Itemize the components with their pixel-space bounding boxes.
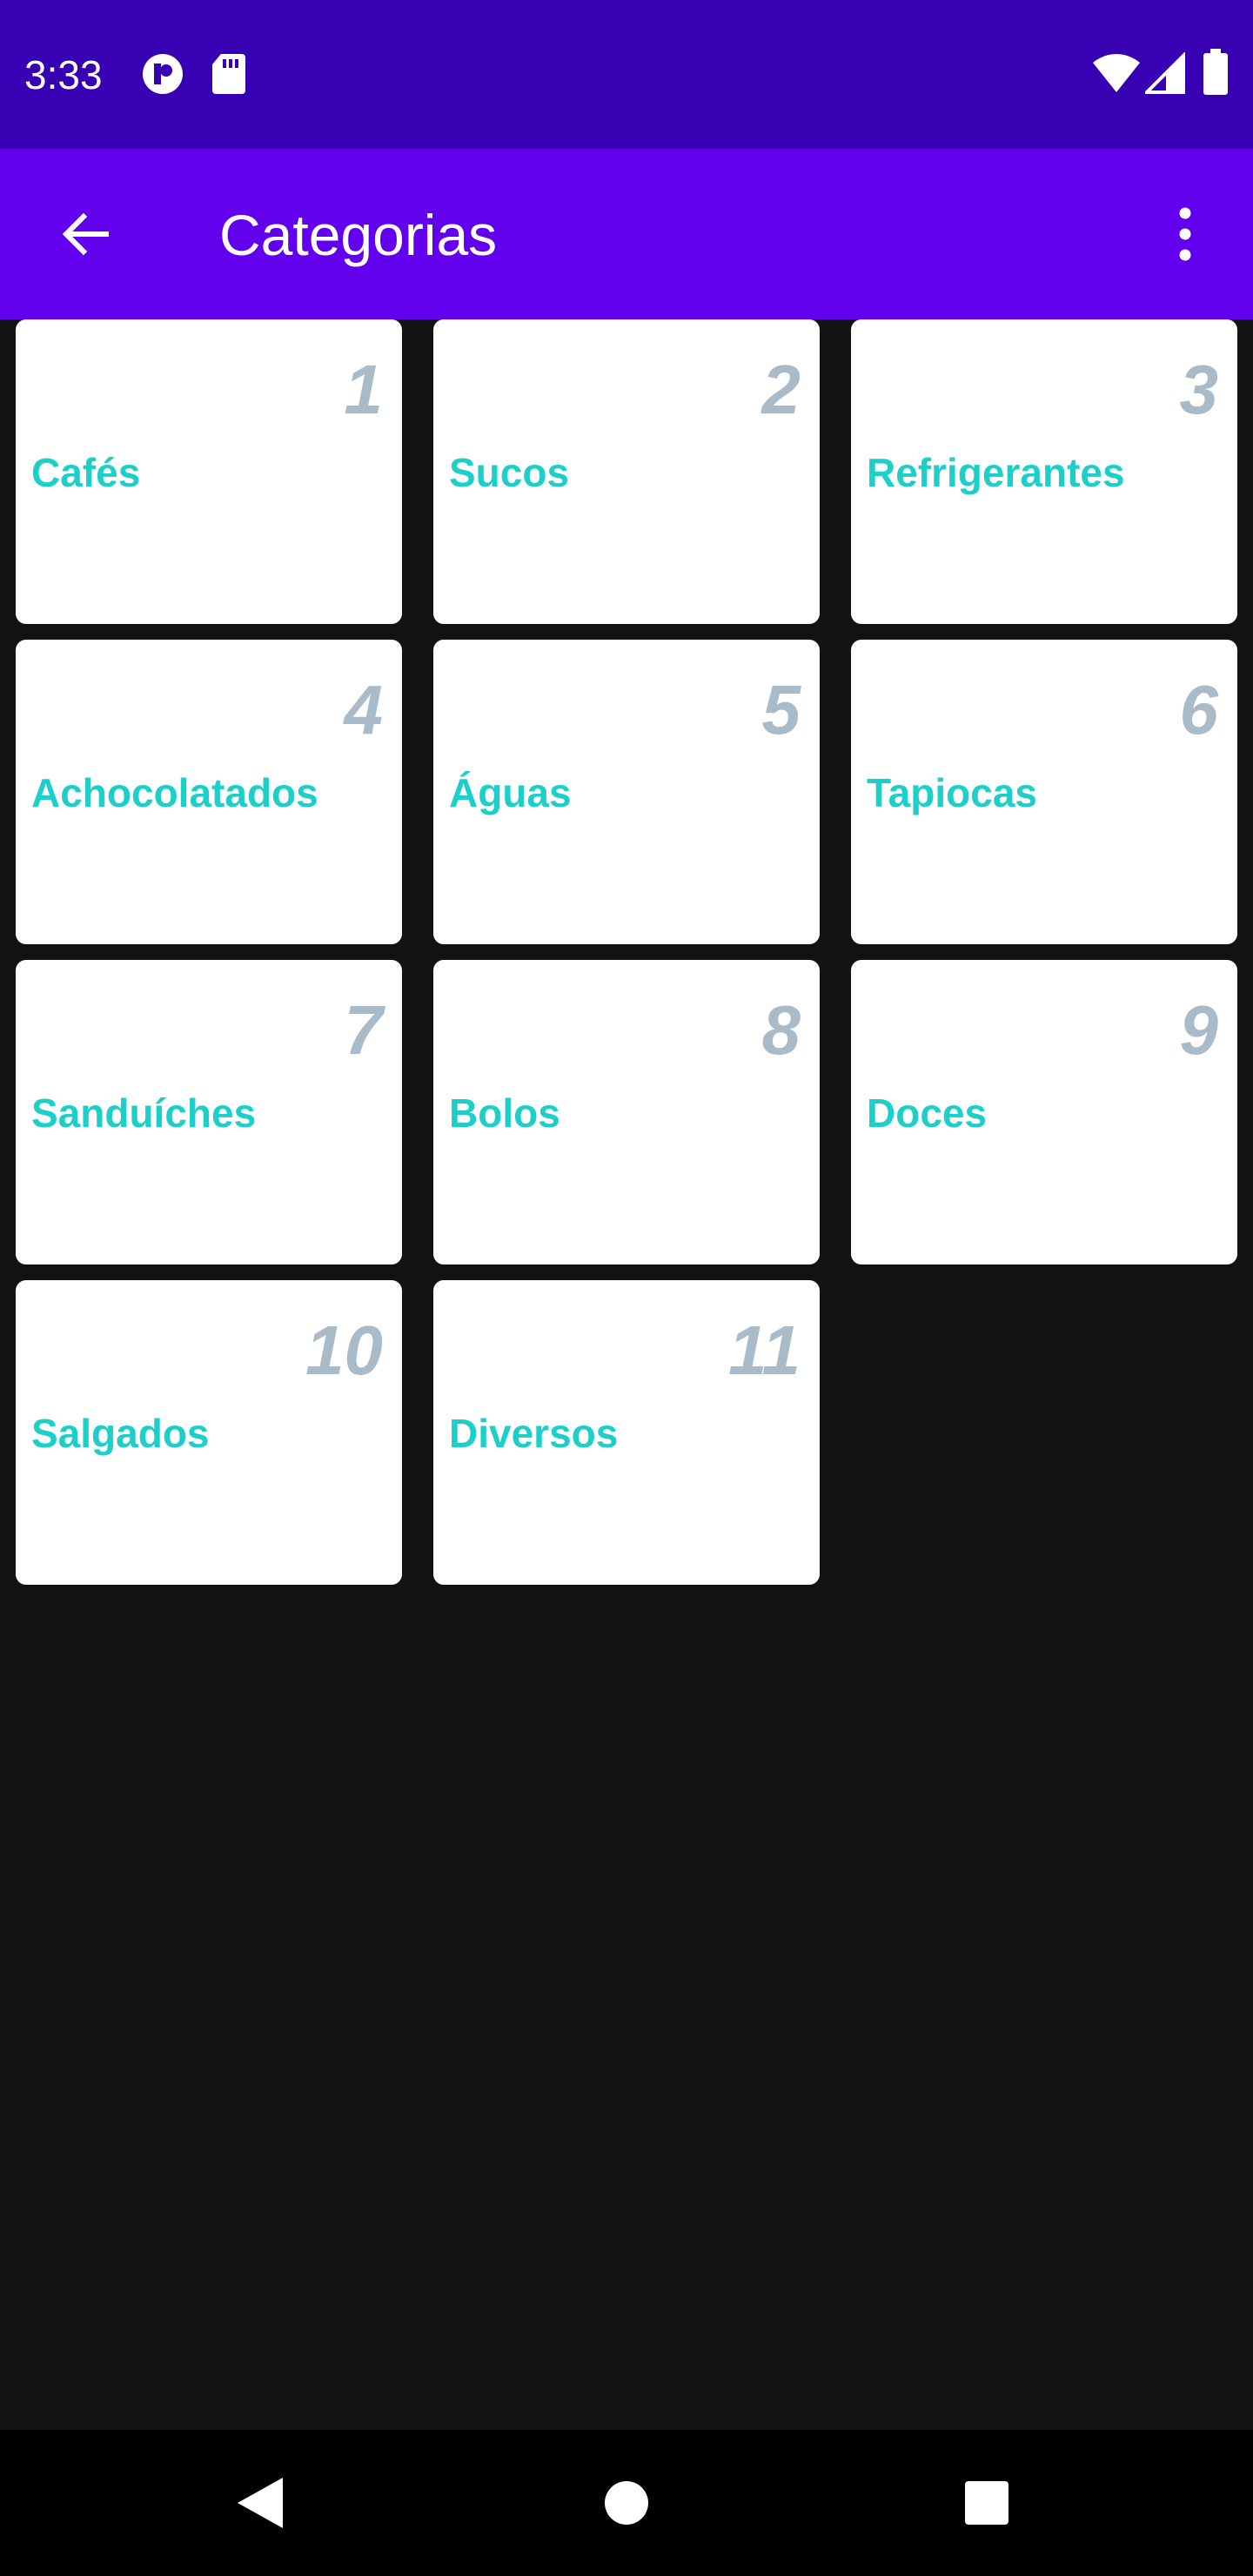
category-grid: 1 Cafés 2 Sucos 3 Refrigerantes 4 Achoco… <box>16 319 1237 1585</box>
category-number: 7 <box>344 991 384 1069</box>
category-name: Refrigerantes <box>867 450 1125 495</box>
category-number: 4 <box>344 671 384 748</box>
category-number: 1 <box>344 351 384 428</box>
category-card-cafes[interactable]: 1 Cafés <box>16 319 402 624</box>
category-name: Achocolatados <box>31 770 318 815</box>
sd-card-icon <box>211 52 254 96</box>
arrow-back-icon <box>62 212 109 256</box>
category-number: 8 <box>761 991 801 1069</box>
nav-back-icon <box>238 2478 283 2528</box>
category-number: 11 <box>727 1311 801 1389</box>
nav-recents-icon <box>965 2481 1008 2525</box>
category-name: Sucos <box>449 450 570 495</box>
category-card-doces[interactable]: 9 Doces <box>851 960 1237 1265</box>
category-number: 9 <box>1179 991 1219 1069</box>
category-name: Tapiocas <box>867 770 1037 815</box>
category-card-bolos[interactable]: 8 Bolos <box>433 960 820 1265</box>
wifi-icon <box>1091 52 1142 96</box>
category-name: Bolos <box>449 1090 560 1136</box>
nav-home-button[interactable] <box>583 2459 670 2546</box>
battery-icon <box>1203 49 1229 95</box>
record-icon <box>141 52 184 96</box>
category-name: Diversos <box>449 1411 619 1456</box>
category-card-refrigerantes[interactable]: 3 Refrigerantes <box>851 319 1237 624</box>
category-card-tapiocas[interactable]: 6 Tapiocas <box>851 640 1237 944</box>
category-card-salgados[interactable]: 10 Salgados <box>16 1280 402 1585</box>
more-options-button[interactable] <box>1140 189 1230 279</box>
back-button[interactable] <box>40 189 131 279</box>
status-bar: 3:33 <box>0 0 1253 149</box>
category-name: Sanduíches <box>31 1090 257 1136</box>
category-card-diversos[interactable]: 11 Diversos <box>433 1280 820 1585</box>
category-number: 10 <box>305 1311 383 1389</box>
category-name: Salgados <box>31 1411 210 1456</box>
nav-home-icon <box>605 2481 648 2525</box>
category-card-aguas[interactable]: 5 Águas <box>433 640 820 944</box>
category-card-sucos[interactable]: 2 Sucos <box>433 319 820 624</box>
category-number: 6 <box>1179 671 1219 748</box>
signal-icon <box>1142 51 1185 96</box>
category-number: 2 <box>761 351 801 428</box>
more-vert-icon <box>1179 207 1191 261</box>
category-card-sanduiches[interactable]: 7 Sanduíches <box>16 960 402 1265</box>
nav-back-button[interactable] <box>218 2459 305 2546</box>
status-time: 3:33 <box>24 52 103 97</box>
nav-recents-button[interactable] <box>943 2459 1030 2546</box>
category-name: Doces <box>867 1090 988 1136</box>
category-name: Cafés <box>31 450 141 495</box>
app-bar: Categorias <box>0 149 1253 319</box>
page-title: Categorias <box>219 203 498 267</box>
category-card-achocolatados[interactable]: 4 Achocolatados <box>16 640 402 944</box>
category-number: 3 <box>1179 351 1219 428</box>
category-name: Águas <box>449 770 572 815</box>
category-number: 5 <box>761 671 801 748</box>
system-navigation-bar <box>0 2430 1253 2576</box>
